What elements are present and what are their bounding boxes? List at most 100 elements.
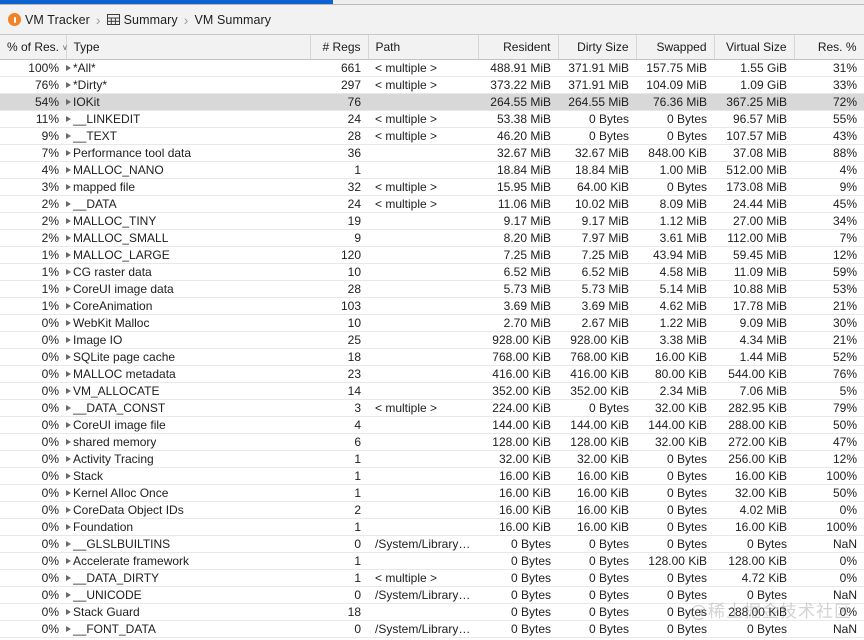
table-row[interactable]: 0% CoreUI image file 4 144.00 KiB 144.00 KiB… (0, 416, 864, 434)
disclosure-triangle-icon[interactable] (66, 404, 71, 411)
breadcrumb-item-summary[interactable]: Summary (106, 13, 178, 27)
cell-type: CoreData Object IDs (66, 501, 310, 519)
disclosure-triangle-icon[interactable] (66, 217, 71, 224)
cell-dirty-size: 7.25 MiB (558, 246, 636, 264)
disclosure-triangle-icon[interactable] (66, 132, 71, 139)
disclosure-triangle-icon[interactable] (66, 234, 71, 241)
disclosure-triangle-icon[interactable] (66, 574, 71, 581)
cell-res-pct: 5% (794, 382, 864, 400)
table-row[interactable]: 76% *Dirty* 297 < multiple >373.22 MiB 371.9… (0, 76, 864, 94)
cell-regs: 14 (310, 382, 368, 400)
cell-swapped: 32.00 KiB (636, 399, 714, 417)
cell-res-pct: 0% (794, 501, 864, 519)
disclosure-triangle-icon[interactable] (66, 625, 71, 632)
disclosure-triangle-icon[interactable] (66, 336, 71, 343)
table-row[interactable]: 0% CoreData Object IDs 2 16.00 KiB 16.00 KiB… (0, 501, 864, 519)
disclosure-triangle-icon[interactable] (66, 319, 71, 326)
disclosure-triangle-icon[interactable] (66, 438, 71, 445)
table-row[interactable]: 0% Stack Guard 18 0 Bytes 0 Bytes 0 Bytes 288.… (0, 603, 864, 621)
table-row[interactable]: 9% __TEXT 28 < multiple >46.20 MiB 0 Bytes 0 … (0, 127, 864, 145)
table-row[interactable]: 1% CoreUI image data 28 5.73 MiB 5.73 MiB 5.1… (0, 280, 864, 298)
disclosure-triangle-icon[interactable] (66, 540, 71, 547)
cell-res-pct: 79% (794, 399, 864, 417)
column-header-path[interactable]: Path (368, 35, 479, 60)
table-row[interactable]: 11% __LINKEDIT 24 < multiple >53.38 MiB 0 By… (0, 110, 864, 128)
disclosure-triangle-icon[interactable] (66, 489, 71, 496)
table-row[interactable]: 0% __UNICODE 0/System/Library/... 0 Bytes 0 … (0, 586, 864, 604)
column-header-swapped[interactable]: Swapped (636, 35, 715, 60)
table-row[interactable]: 0% __FONT_DATA 0/System/Library/... 0 Bytes… (0, 620, 864, 638)
table-row[interactable]: 0% Stack 1 16.00 KiB 16.00 KiB 0 Bytes 16.00 K… (0, 467, 864, 485)
disclosure-triangle-icon[interactable] (66, 472, 71, 479)
table-row[interactable]: 100% *All* 661 < multiple >488.91 MiB 371.91… (0, 59, 864, 77)
disclosure-triangle-icon[interactable] (66, 200, 71, 207)
table-row[interactable]: 1% CG raster data 10 6.52 MiB 6.52 MiB 4.58 M… (0, 263, 864, 281)
table-row[interactable]: 0% Kernel Alloc Once 1 16.00 KiB 16.00 KiB 0 … (0, 484, 864, 502)
table-row[interactable]: 0% __GLSLBUILTINS 0/System/Library/... 0 By… (0, 535, 864, 553)
column-header-regs[interactable]: # Regs (310, 35, 369, 60)
column-header-type[interactable]: Type (66, 35, 311, 60)
cell-type: __LINKEDIT (66, 110, 310, 128)
table-row[interactable]: 3% mapped file 32 < multiple >15.95 MiB 64.0… (0, 178, 864, 196)
cell-swapped: 0 Bytes (636, 450, 714, 468)
table-row[interactable]: 0% Image IO 25 928.00 KiB 928.00 KiB 3.38 MiB… (0, 331, 864, 349)
table-row[interactable]: 4% MALLOC_NANO 1 18.84 MiB 18.84 MiB 1.00 MiB… (0, 161, 864, 179)
cell-regs: 1 (310, 552, 368, 570)
disclosure-triangle-icon[interactable] (66, 166, 71, 173)
table-row[interactable]: 7% Performance tool data 36 32.67 MiB 32.67 … (0, 144, 864, 162)
table-row[interactable]: 54% IOKit 76 264.55 MiB 264.55 MiB 76.36 MiB 3… (0, 93, 864, 111)
table-row[interactable]: 2% MALLOC_TINY 19 9.17 MiB 9.17 MiB 1.12 MiB 2… (0, 212, 864, 230)
table-row[interactable]: 2% __DATA 24 < multiple >11.06 MiB 10.02 MiB… (0, 195, 864, 213)
disclosure-triangle-icon[interactable] (66, 115, 71, 122)
column-header-dirty-size[interactable]: Dirty Size (558, 35, 637, 60)
disclosure-triangle-icon[interactable] (66, 302, 71, 309)
table-row[interactable]: 1% MALLOC_LARGE 120 7.25 MiB 7.25 MiB 43.94 M… (0, 246, 864, 264)
disclosure-triangle-icon[interactable] (66, 98, 71, 105)
disclosure-triangle-icon[interactable] (66, 353, 71, 360)
disclosure-triangle-icon[interactable] (66, 81, 71, 88)
cell-dirty-size: 18.84 MiB (558, 161, 636, 179)
cell-swapped: 3.38 MiB (636, 331, 714, 349)
table-row[interactable]: 0% __DATA_CONST 3 < multiple >224.00 KiB 0 B… (0, 399, 864, 417)
disclosure-triangle-icon[interactable] (66, 608, 71, 615)
table-row[interactable]: 0% MALLOC metadata 23 416.00 KiB 416.00 KiB 8… (0, 365, 864, 383)
disclosure-triangle-icon[interactable] (66, 149, 71, 156)
disclosure-triangle-icon[interactable] (66, 285, 71, 292)
disclosure-triangle-icon[interactable] (66, 591, 71, 598)
table-row[interactable]: 0% Activity Tracing 1 32.00 KiB 32.00 KiB 0 B… (0, 450, 864, 468)
column-header-resident[interactable]: Resident (478, 35, 559, 60)
breadcrumb-item-vm-tracker[interactable]: VM Tracker (8, 13, 90, 27)
disclosure-triangle-icon[interactable] (66, 455, 71, 462)
disclosure-triangle-icon[interactable] (66, 421, 71, 428)
cell-swapped: 0 Bytes (636, 518, 714, 536)
cell-dirty-size: 0 Bytes (558, 620, 636, 638)
disclosure-triangle-icon[interactable] (66, 251, 71, 258)
type-label: __DATA (73, 196, 117, 211)
breadcrumb-item-vm-summary[interactable]: VM Summary (194, 13, 271, 27)
table-row[interactable]: 0% SQLite page cache 18 768.00 KiB 768.00 Ki… (0, 348, 864, 366)
disclosure-triangle-icon[interactable] (66, 523, 71, 530)
table-row[interactable]: 0% WebKit Malloc 10 2.70 MiB 2.67 MiB 1.22 Mi… (0, 314, 864, 332)
column-header-res-pct[interactable]: Res. % (794, 35, 864, 60)
table-row[interactable]: 0% shared memory 6 128.00 KiB 128.00 KiB 32.0… (0, 433, 864, 451)
disclosure-triangle-icon[interactable] (66, 183, 71, 190)
disclosure-triangle-icon[interactable] (66, 387, 71, 394)
table-row[interactable]: 0% Foundation 1 16.00 KiB 16.00 KiB 0 Bytes 16… (0, 518, 864, 536)
type-label: MALLOC_SMALL (73, 230, 169, 245)
table-row[interactable]: 1% CoreAnimation 103 3.69 MiB 3.69 MiB 4.62 M… (0, 297, 864, 315)
column-header-virtual-size[interactable]: Virtual Size (714, 35, 795, 60)
column-header-pct-of-res[interactable]: % of Res. ∨ (0, 35, 68, 60)
cell-dirty-size: 16.00 KiB (558, 501, 636, 519)
cell-swapped: 80.00 KiB (636, 365, 714, 383)
cell-dirty-size: 371.91 MiB (558, 76, 636, 94)
table-row[interactable]: 0% Accelerate framework 1 0 Bytes 0 Bytes 128… (0, 552, 864, 570)
table-row[interactable]: 0% VM_ALLOCATE 14 352.00 KiB 352.00 KiB 2.34 … (0, 382, 864, 400)
type-label: Activity Tracing (73, 451, 154, 466)
disclosure-triangle-icon[interactable] (66, 506, 71, 513)
table-row[interactable]: 0% __DATA_DIRTY 1 < multiple >0 Bytes 0 Byte… (0, 569, 864, 587)
disclosure-triangle-icon[interactable] (66, 268, 71, 275)
disclosure-triangle-icon[interactable] (66, 557, 71, 564)
disclosure-triangle-icon[interactable] (66, 370, 71, 377)
table-row[interactable]: 2% MALLOC_SMALL 9 8.20 MiB 7.97 MiB 3.61 MiB 1… (0, 229, 864, 247)
disclosure-triangle-icon[interactable] (66, 64, 71, 71)
